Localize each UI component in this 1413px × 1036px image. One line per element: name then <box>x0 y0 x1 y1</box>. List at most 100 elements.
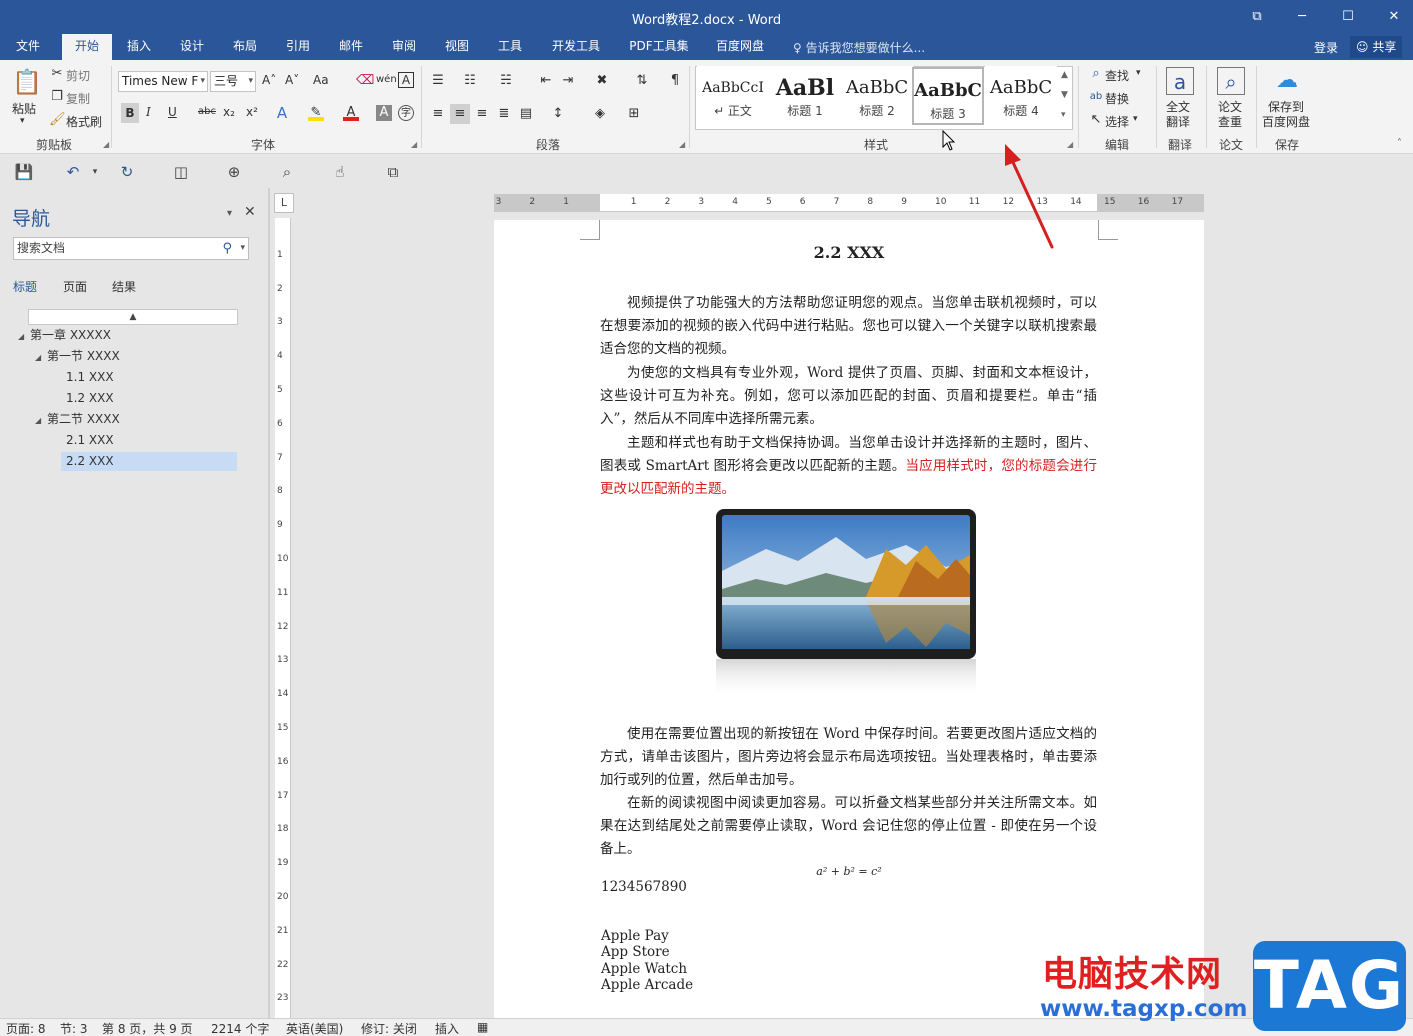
align-left-icon[interactable]: ≡ <box>430 106 446 122</box>
save-icon[interactable]: 💾 <box>14 162 34 182</box>
style-heading-4[interactable]: AaBbC 标题 4 <box>985 66 1057 124</box>
highlight-color-icon[interactable]: ✎ <box>308 105 324 121</box>
numbering-icon[interactable]: ☷ <box>462 73 478 89</box>
replace-button[interactable]: 替换 <box>1105 90 1129 107</box>
distributed-icon[interactable]: ▤ <box>518 106 534 122</box>
increase-indent-icon[interactable]: ⇥ <box>560 73 576 89</box>
style-heading-3[interactable]: AaBbC 标题 3 <box>912 67 984 125</box>
search-icon[interactable]: ⚲ <box>222 238 232 259</box>
select-button[interactable]: 选择 <box>1105 113 1129 130</box>
expand-triangle-icon[interactable]: ◢ <box>35 416 41 425</box>
paste-button[interactable]: 粘贴 <box>12 100 36 117</box>
font-name-combo[interactable]: Times New F ▾ <box>118 71 208 92</box>
doc-paragraph[interactable]: 使用在需要位置出现的新按钮在 Word 中保存时间。若要更改图片适应文档的方式，… <box>600 723 1097 792</box>
style-normal[interactable]: AaBbCcI ↵ 正文 <box>697 66 769 124</box>
shading-icon[interactable]: ◈ <box>592 106 608 122</box>
equation[interactable]: a² + b² = c² <box>494 865 1204 878</box>
styles-scroll-up-icon[interactable]: ▲ <box>1061 70 1068 80</box>
collapse-ribbon-icon[interactable]: ˄ <box>1397 138 1402 149</box>
minimize-button[interactable]: ─ <box>1287 6 1317 28</box>
text-effects-icon[interactable]: A <box>274 105 290 121</box>
paste-icon[interactable]: 📋 <box>12 68 42 96</box>
vertical-ruler[interactable]: 1 2 3 4 5 6 7 8 9 10 11 12 13 14 15 16 17 18 19 20 21 22 23 <box>275 218 291 1018</box>
login-link[interactable]: 登录 <box>1314 39 1338 56</box>
superscript-button[interactable]: x² <box>246 105 258 119</box>
phonetic-guide-icon[interactable]: wén <box>376 72 397 88</box>
character-border-icon[interactable]: A <box>398 72 414 88</box>
doc-paragraph[interactable]: 在新的阅读视图中阅读更加容易。可以折叠文档某些部分并关注所需文本。如果在达到结尾… <box>600 792 1097 861</box>
list-item[interactable]: Apple Arcade <box>601 977 693 993</box>
undo-dropdown-icon[interactable]: ▾ <box>85 162 105 182</box>
cut-button[interactable]: 剪切 <box>66 67 90 84</box>
side-by-side-icon[interactable]: ◫ <box>171 162 191 182</box>
styles-scroll-down-icon[interactable]: ▼ <box>1061 90 1068 100</box>
paste-dropdown-icon[interactable]: ▾ <box>20 116 25 126</box>
doc-number-line[interactable]: 1234567890 <box>601 879 687 895</box>
tell-me-box[interactable]: ♀ 告诉我您想要做什么... <box>793 39 925 56</box>
underline-button[interactable]: U <box>168 105 177 119</box>
undo-icon[interactable]: ↶ <box>63 162 83 182</box>
status-language[interactable]: 英语(美国) <box>286 1020 343 1036</box>
web-layout-icon[interactable]: ⊕ <box>224 162 244 182</box>
tab-pdf-tools[interactable]: PDF工具集 <box>623 34 695 60</box>
subscript-button[interactable]: x₂ <box>223 105 235 119</box>
find-button[interactable]: 查找 <box>1105 67 1129 84</box>
collapse-headings-bar[interactable]: ▲ <box>28 309 238 325</box>
nav-heading-item-selected[interactable]: 2.2 XXX <box>61 452 237 471</box>
tab-home[interactable]: 开始 <box>62 34 112 60</box>
status-word-count[interactable]: 2214 个字 <box>211 1020 269 1036</box>
styles-launcher-icon[interactable]: ◢ <box>1067 140 1073 149</box>
nav-heading-item[interactable]: 第一节 XXXX <box>47 347 120 366</box>
close-icon[interactable]: ✕ <box>244 204 256 220</box>
tab-layout[interactable]: 布局 <box>225 34 265 60</box>
nav-heading-item[interactable]: 1.2 XXX <box>63 389 114 408</box>
doc-paragraph[interactable]: 为使您的文档具有专业外观，Word 提供了页眉、页脚、封面和文本框设计，这些设计… <box>600 362 1097 431</box>
styles-more-icon[interactable]: ▾ <box>1061 110 1066 120</box>
share-button[interactable]: ☺ 共享 <box>1350 36 1403 58</box>
horizontal-ruler[interactable]: 3 2 1 1 2 3 4 5 6 7 8 9 10 11 12 13 14 15 16 17 <box>494 194 1204 212</box>
chevron-down-icon[interactable]: ▾ <box>240 238 245 259</box>
list-item[interactable]: Apple Pay <box>601 928 669 944</box>
expand-triangle-icon[interactable]: ◢ <box>18 332 24 341</box>
print-preview-icon[interactable]: ⌕ <box>277 162 297 182</box>
format-painter-button[interactable]: 格式刷 <box>66 113 102 130</box>
tab-mailings[interactable]: 邮件 <box>331 34 371 60</box>
clear-formatting-icon[interactable]: ⌫ <box>356 73 374 89</box>
align-center-icon[interactable]: ≡ <box>450 104 470 124</box>
chinese-layout-icon[interactable]: ✖ <box>594 73 610 89</box>
copy-button[interactable]: 复制 <box>66 90 90 107</box>
nav-heading-item[interactable]: 第二节 XXXX <box>47 410 120 429</box>
nav-options-icon[interactable]: ▾ <box>227 208 232 219</box>
doc-paragraph[interactable]: 主题和样式也有助于文档保持协调。当您单击设计并选择新的主题时，图片、图表或 Sm… <box>600 432 1097 501</box>
style-heading-2[interactable]: AaBbC 标题 2 <box>841 66 913 124</box>
nav-heading-item[interactable]: 1.1 XXX <box>63 368 114 387</box>
tab-developer[interactable]: 开发工具 <box>546 34 606 60</box>
tab-references[interactable]: 引用 <box>278 34 318 60</box>
doc-paragraph[interactable]: 视频提供了功能强大的方法帮助您证明您的观点。当您单击联机视频时，可以在想要添加的… <box>600 292 1097 361</box>
font-color-icon[interactable]: A <box>343 105 359 121</box>
paragraph-launcher-icon[interactable]: ◢ <box>679 140 685 149</box>
multilevel-list-icon[interactable]: ☵ <box>498 73 514 89</box>
status-track-changes[interactable]: 修订: 关闭 <box>361 1020 417 1036</box>
paper-check-button[interactable]: 论文 查重 <box>1218 100 1242 130</box>
nav-tab-headings[interactable]: 标题 <box>13 278 37 295</box>
nav-heading-item[interactable]: 2.1 XXX <box>63 431 114 450</box>
strikethrough-button[interactable]: abc <box>198 106 216 117</box>
tab-stop-selector[interactable]: L <box>274 193 294 213</box>
align-right-icon[interactable]: ≡ <box>474 106 490 122</box>
character-shading-icon[interactable]: A <box>376 105 392 121</box>
touch-mode-icon[interactable]: ☝ <box>330 162 350 182</box>
tab-view[interactable]: 视图 <box>437 34 477 60</box>
expand-triangle-icon[interactable]: ◢ <box>35 353 41 362</box>
pane-splitter[interactable] <box>268 188 270 1018</box>
shrink-font-button[interactable]: A˅ <box>285 73 299 87</box>
sort-icon[interactable]: ⇅ <box>634 73 650 89</box>
redo-icon[interactable]: ↻ <box>117 162 137 182</box>
search-input[interactable]: 搜索文档 ⚲ ▾ <box>13 237 249 260</box>
landscape-image[interactable] <box>716 509 976 699</box>
find-dropdown-icon[interactable]: ▾ <box>1136 68 1141 78</box>
clipboard-launcher-icon[interactable]: ◢ <box>103 140 109 149</box>
status-section[interactable]: 节: 3 <box>60 1020 88 1036</box>
nav-tab-pages[interactable]: 页面 <box>63 278 87 295</box>
status-insert-mode[interactable]: 插入 <box>435 1020 459 1036</box>
